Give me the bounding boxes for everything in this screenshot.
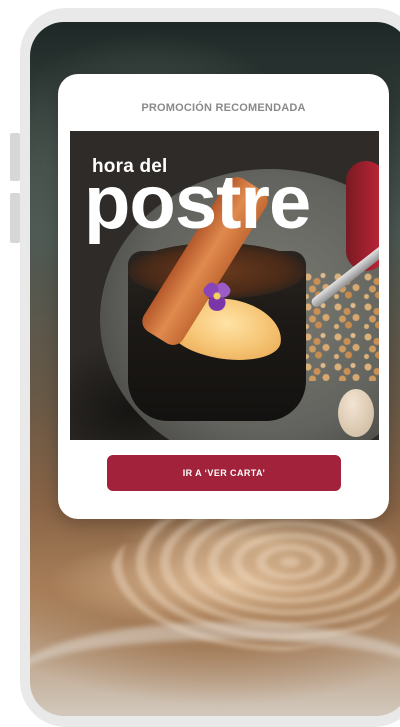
background-cup-rim: [30, 622, 400, 716]
photo-meringue: [338, 389, 374, 437]
phone-side-button-bottom: [10, 193, 20, 243]
promo-modal: PROMOCIÓN RECOMENDADA hora del postre IR…: [58, 74, 389, 519]
promo-title-big: postre: [84, 160, 311, 245]
promo-header: PROMOCIÓN RECOMENDADA: [141, 102, 306, 114]
photo-flower: [202, 281, 232, 311]
go-to-menu-button[interactable]: IR A ‘VER CARTA’: [107, 455, 341, 491]
phone-side-button-top: [10, 133, 20, 181]
promo-image[interactable]: hora del postre: [70, 131, 379, 440]
